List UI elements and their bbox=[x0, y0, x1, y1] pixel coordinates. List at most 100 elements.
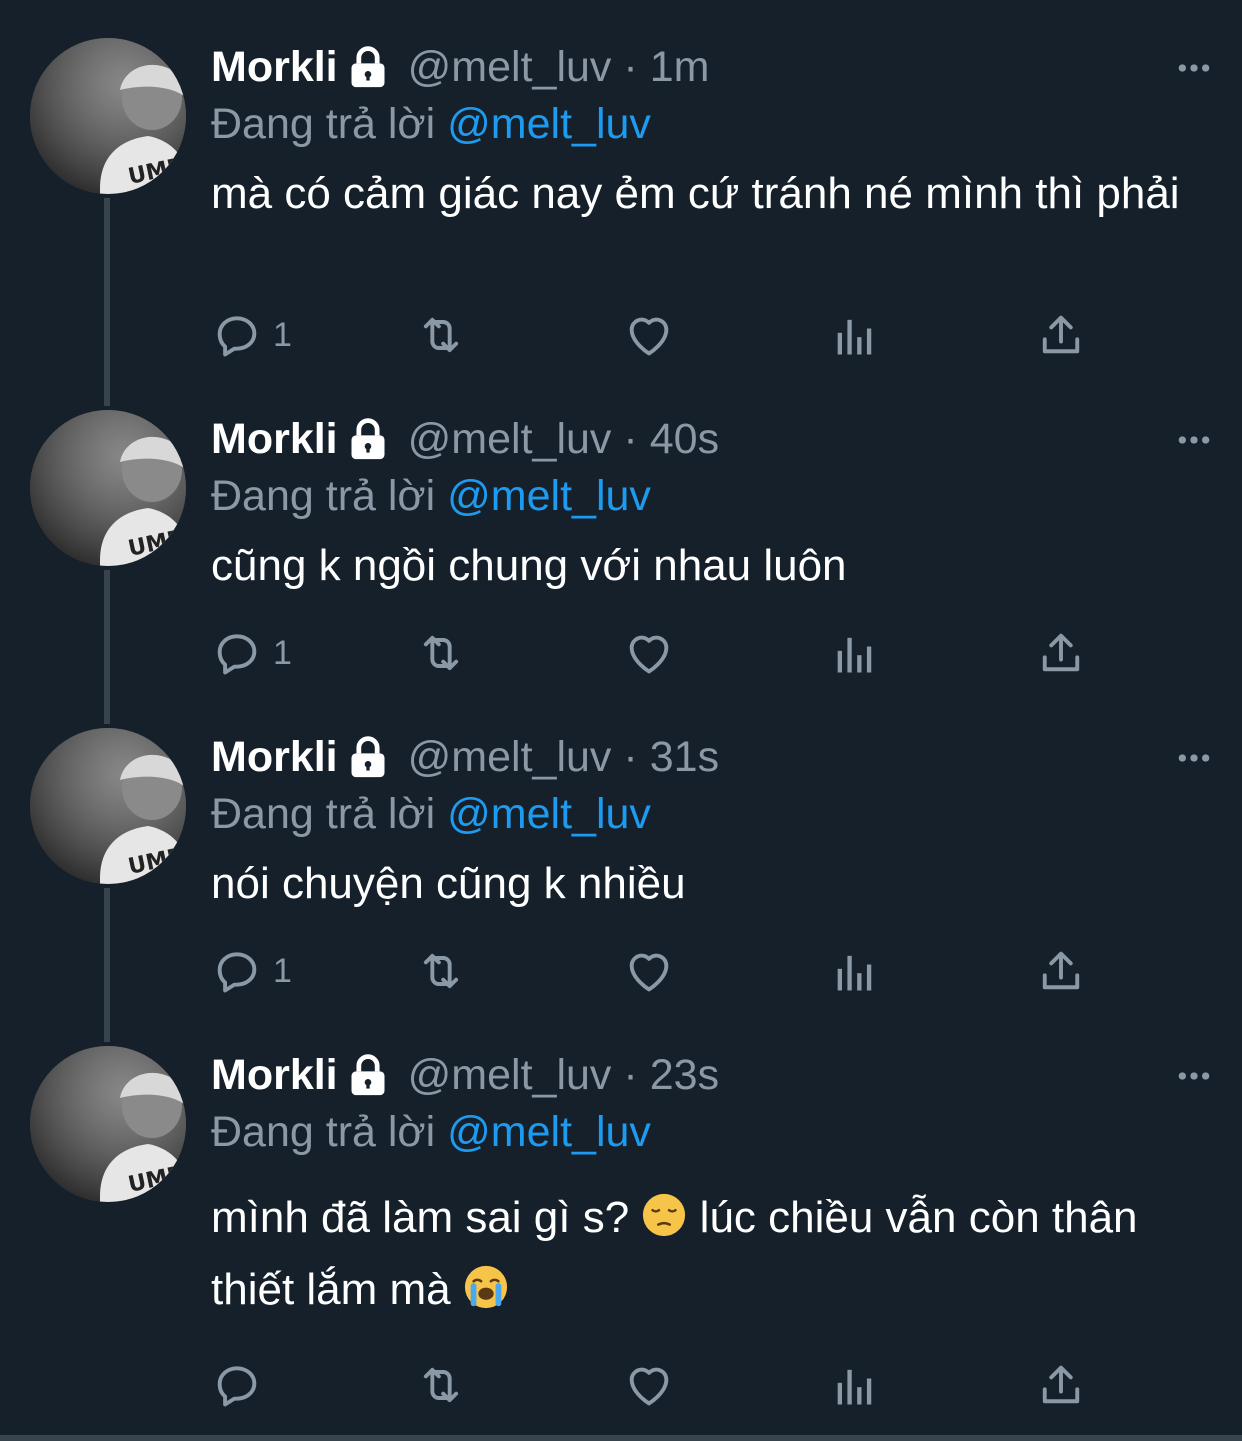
bottom-divider bbox=[0, 1435, 1242, 1441]
reply-button[interactable]: 1 bbox=[211, 623, 292, 683]
tweet-header: Morkli @melt_luv · 40s bbox=[211, 410, 1202, 468]
views-icon bbox=[829, 627, 881, 679]
separator: · bbox=[623, 1051, 638, 1099]
reply-icon bbox=[211, 945, 263, 997]
timestamp[interactable]: 1m bbox=[650, 38, 710, 96]
thread-line bbox=[104, 888, 110, 1042]
replying-to: Đang trả lời @melt_luv bbox=[211, 1104, 1202, 1160]
like-icon bbox=[623, 309, 675, 361]
tweet-text: nói chuyện cũng k nhiều bbox=[211, 859, 686, 908]
display-name[interactable]: Morkli bbox=[211, 728, 338, 786]
views-button[interactable] bbox=[829, 1355, 881, 1415]
views-icon bbox=[829, 309, 881, 361]
like-icon bbox=[623, 945, 675, 997]
tweet-header: Morkli @melt_luv · 31s bbox=[211, 728, 1202, 786]
avatar[interactable] bbox=[30, 38, 186, 194]
reply-count: 1 bbox=[273, 315, 292, 354]
loudly-crying-face-icon bbox=[463, 1264, 509, 1310]
display-name[interactable]: Morkli bbox=[211, 38, 338, 96]
pensive-face-icon bbox=[641, 1192, 687, 1238]
like-button[interactable] bbox=[623, 1355, 675, 1415]
more-icon[interactable] bbox=[1174, 48, 1214, 88]
tweet-actions: 1 bbox=[211, 623, 1111, 683]
reply-icon bbox=[211, 309, 263, 361]
like-button[interactable] bbox=[623, 941, 675, 1001]
display-name[interactable]: Morkli bbox=[211, 1046, 338, 1104]
display-name[interactable]: Morkli bbox=[211, 410, 338, 468]
share-icon bbox=[1035, 627, 1087, 679]
reply-icon bbox=[211, 1359, 263, 1411]
replying-to-link[interactable]: @melt_luv bbox=[447, 472, 651, 520]
avatar[interactable] bbox=[30, 1046, 186, 1202]
separator: · bbox=[623, 733, 638, 781]
tweet-header: Morkli @melt_luv · 23s bbox=[211, 1046, 1202, 1104]
reply-count: 1 bbox=[273, 951, 292, 990]
tweet-header: Morkli @melt_luv · 1m bbox=[211, 38, 1202, 96]
tweet-actions: 1 bbox=[211, 941, 1111, 1001]
retweet-button[interactable] bbox=[415, 941, 467, 1001]
separator: · bbox=[623, 43, 638, 91]
views-button[interactable] bbox=[829, 305, 881, 365]
tweet-text: mà có cảm giác nay ẻm cứ tránh né mình t… bbox=[211, 169, 1180, 218]
replying-to-label: Đang trả lời bbox=[211, 790, 436, 838]
share-icon bbox=[1035, 945, 1087, 997]
tweet-actions bbox=[211, 1355, 1111, 1415]
like-button[interactable] bbox=[623, 305, 675, 365]
tweet-actions: 1 bbox=[211, 305, 1111, 365]
reply-button[interactable] bbox=[211, 1355, 273, 1415]
username[interactable]: @melt_luv bbox=[408, 410, 612, 468]
share-icon bbox=[1035, 309, 1087, 361]
lock-icon bbox=[346, 417, 390, 461]
replying-to-link[interactable]: @melt_luv bbox=[447, 790, 651, 838]
views-icon bbox=[829, 1359, 881, 1411]
reply-count: 1 bbox=[273, 633, 292, 672]
username[interactable]: @melt_luv bbox=[408, 38, 612, 96]
like-icon bbox=[623, 1359, 675, 1411]
like-icon bbox=[623, 627, 675, 679]
retweet-icon bbox=[415, 627, 467, 679]
replying-to-link[interactable]: @melt_luv bbox=[447, 100, 651, 148]
like-button[interactable] bbox=[623, 623, 675, 683]
views-icon bbox=[829, 945, 881, 997]
retweet-button[interactable] bbox=[415, 1355, 467, 1415]
share-button[interactable] bbox=[1035, 941, 1087, 1001]
avatar[interactable] bbox=[30, 728, 186, 884]
share-button[interactable] bbox=[1035, 623, 1087, 683]
more-icon[interactable] bbox=[1174, 420, 1214, 460]
reply-button[interactable]: 1 bbox=[211, 941, 292, 1001]
timestamp[interactable]: 23s bbox=[650, 1046, 719, 1104]
retweet-icon bbox=[415, 309, 467, 361]
retweet-button[interactable] bbox=[415, 305, 467, 365]
username[interactable]: @melt_luv bbox=[408, 1046, 612, 1104]
tweet-text-part: mình đã làm sai gì s? bbox=[211, 1193, 630, 1242]
avatar[interactable] bbox=[30, 410, 186, 566]
replying-to: Đang trả lời @melt_luv bbox=[211, 786, 1202, 842]
more-icon[interactable] bbox=[1174, 738, 1214, 778]
username[interactable]: @melt_luv bbox=[408, 728, 612, 786]
reply-button[interactable]: 1 bbox=[211, 305, 292, 365]
views-button[interactable] bbox=[829, 623, 881, 683]
reply-icon bbox=[211, 627, 263, 679]
retweet-button[interactable] bbox=[415, 623, 467, 683]
replying-to-link[interactable]: @melt_luv bbox=[447, 1108, 651, 1156]
retweet-icon bbox=[415, 1359, 467, 1411]
separator: · bbox=[623, 415, 638, 463]
lock-icon bbox=[346, 45, 390, 89]
replying-to: Đang trả lời @melt_luv bbox=[211, 96, 1202, 152]
more-icon[interactable] bbox=[1174, 1056, 1214, 1096]
replying-to: Đang trả lời @melt_luv bbox=[211, 468, 1202, 524]
share-button[interactable] bbox=[1035, 305, 1087, 365]
timestamp[interactable]: 40s bbox=[650, 410, 719, 468]
replying-to-label: Đang trả lời bbox=[211, 472, 436, 520]
share-icon bbox=[1035, 1359, 1087, 1411]
replying-to-label: Đang trả lời bbox=[211, 100, 436, 148]
views-button[interactable] bbox=[829, 941, 881, 1001]
tweet-text: cũng k ngồi chung với nhau luôn bbox=[211, 541, 847, 590]
timestamp[interactable]: 31s bbox=[650, 728, 719, 786]
share-button[interactable] bbox=[1035, 1355, 1087, 1415]
retweet-icon bbox=[415, 945, 467, 997]
replying-to-label: Đang trả lời bbox=[211, 1108, 436, 1156]
lock-icon bbox=[346, 1053, 390, 1097]
lock-icon bbox=[346, 735, 390, 779]
thread-line bbox=[104, 198, 110, 406]
